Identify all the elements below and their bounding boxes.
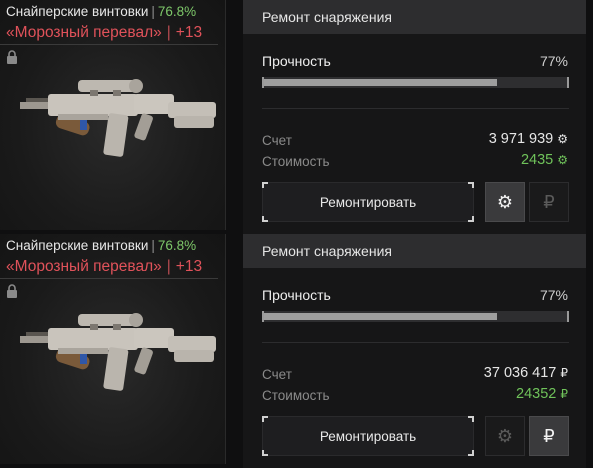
repair-button[interactable]: Ремонтировать	[262, 416, 474, 456]
durability-bar-fill	[264, 313, 498, 320]
weapon-level: +13	[175, 24, 203, 41]
cost-value: 24352 ₽	[516, 386, 568, 402]
sniper-rifle-image	[20, 313, 216, 391]
cost-amount: 24352	[516, 386, 557, 402]
currency-gear-button[interactable]: ⚙	[485, 182, 525, 222]
weapon-category-percent: 76.8%	[157, 4, 197, 19]
separator: |	[151, 238, 155, 253]
gear-coin-icon: ⚙	[557, 132, 568, 146]
lock-icon	[7, 284, 17, 298]
gap	[226, 234, 243, 468]
separator: |	[166, 258, 171, 275]
ruble-icon: ₽	[543, 425, 555, 446]
gear-coin-icon: ⚙	[496, 425, 514, 446]
cost-value: 2435 ⚙	[521, 152, 568, 168]
weapon-name: «Морозный перевал»	[6, 24, 162, 41]
weapon-card[interactable]: Снайперские винтовки | 76.8% «Морозный пер…	[0, 234, 226, 464]
weapon-category-percent: 76.8%	[157, 238, 197, 253]
cost-label: Стоимость	[262, 154, 330, 169]
panel-title: Ремонт снаряжения	[243, 234, 586, 268]
weapon-category-label: Снайперские винтовки	[6, 4, 149, 19]
separator: |	[166, 24, 171, 41]
account-amount: 3 971 939	[488, 131, 554, 147]
divider	[0, 44, 218, 45]
cost-amount: 2435	[520, 152, 554, 168]
weapon-level: +13	[175, 258, 203, 275]
currency-gear-button[interactable]: ⚙	[485, 416, 525, 456]
ruble-icon: ₽	[560, 366, 568, 380]
weapon-category: Снайперские винтовки | 76.8%	[6, 4, 196, 19]
panel-title: Ремонт снаряжения	[243, 0, 586, 34]
sniper-rifle-image	[20, 79, 216, 157]
repair-button[interactable]: Ремонтировать	[262, 182, 474, 222]
durability-value: 77%	[539, 53, 568, 69]
durability-label: Прочность	[262, 53, 331, 69]
weapon-card[interactable]: Снайперские винтовки | 76.8% «Морозный пер…	[0, 0, 226, 230]
account-value: 3 971 939 ⚙	[489, 131, 568, 147]
weapon-category-label: Снайперские винтовки	[6, 238, 149, 253]
durability-value: 77%	[539, 287, 568, 303]
weapon-category: Снайперские винтовки | 76.8%	[6, 238, 196, 253]
weapon-name: «Морозный перевал»	[6, 258, 162, 275]
durability-bar-fill	[264, 79, 498, 86]
repair-button-label: Ремонтировать	[319, 428, 417, 444]
divider	[0, 278, 218, 279]
currency-ruble-button[interactable]: ₽	[529, 182, 569, 222]
cost-label: Стоимость	[262, 388, 330, 403]
repair-panel: Ремонт снаряжения Прочность 77% Счет 37 …	[243, 234, 586, 468]
separator: |	[151, 4, 155, 19]
currency-ruble-button[interactable]: ₽	[529, 416, 569, 456]
divider	[262, 342, 569, 343]
gear-coin-icon: ⚙	[496, 191, 514, 212]
repair-row-1: Снайперские винтовки | 76.8% «Морозный пер…	[0, 0, 593, 234]
weapon-name-line: «Морозный перевал» | +13	[6, 24, 202, 42]
account-value: 37 036 417 ₽	[484, 365, 568, 381]
account-amount: 37 036 417	[483, 365, 557, 381]
repair-row-2: Снайперские винтовки | 76.8% «Морозный пер…	[0, 234, 593, 468]
durability-bar	[262, 77, 569, 88]
durability-bar	[262, 311, 569, 322]
gap	[226, 0, 243, 234]
lock-icon	[7, 50, 17, 64]
gear-coin-icon: ⚙	[557, 153, 568, 167]
ruble-icon: ₽	[543, 191, 555, 212]
durability-label: Прочность	[262, 287, 331, 303]
account-label: Счет	[262, 367, 292, 382]
ruble-icon: ₽	[560, 387, 568, 401]
divider	[262, 108, 569, 109]
repair-panel: Ремонт снаряжения Прочность 77% Счет 3 9…	[243, 0, 586, 234]
repair-button-label: Ремонтировать	[319, 194, 417, 210]
account-label: Счет	[262, 133, 292, 148]
weapon-name-line: «Морозный перевал» | +13	[6, 258, 202, 276]
